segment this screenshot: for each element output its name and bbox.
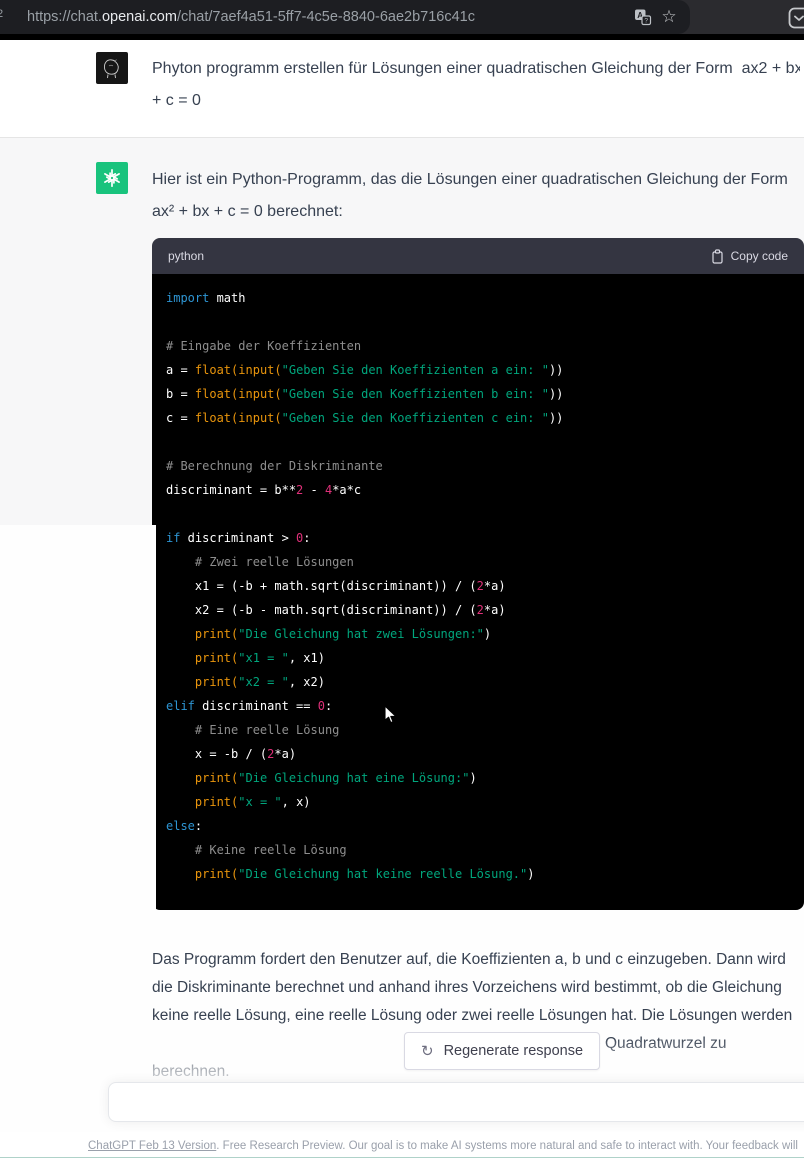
- paragraph-line: Das Programm fordert den Benutzer auf, d…: [152, 946, 802, 974]
- code-line: print("Die Gleichung hat keine reelle Lö…: [166, 862, 790, 886]
- code-line: print("x2 = ", x2): [166, 670, 790, 694]
- footer-text: ChatGPT Feb 13 Version. Free Research Pr…: [88, 1140, 804, 1152]
- assistant-intro-line: ax² + bx + c = 0 berechnet:: [152, 196, 800, 228]
- url-text[interactable]: https://chat.openai.com/chat/7aef4a51-5f…: [27, 0, 475, 34]
- code-line: elif discriminant == 0:: [166, 694, 790, 718]
- code-line: print("Die Gleichung hat zwei Lösungen:"…: [166, 622, 790, 646]
- assistant-intro-text: Hier ist ein Python-Programm, das die Lö…: [152, 164, 800, 234]
- translate-icon[interactable]: A ?: [634, 8, 652, 26]
- code-line: [166, 502, 790, 526]
- paragraph-line: keine reelle Lösung, eine reelle Lösung …: [152, 1002, 802, 1030]
- message-input[interactable]: [108, 1082, 804, 1122]
- copy-code-button[interactable]: Copy code: [712, 249, 788, 264]
- code-line: discriminant = b**2 - 4*a*c: [166, 478, 790, 502]
- bookmark-star-icon[interactable]: ☆: [660, 8, 678, 26]
- code-line: print("x = ", x): [166, 790, 790, 814]
- footer-version-link[interactable]: ChatGPT Feb 13 Version: [88, 1140, 216, 1152]
- url-scheme: https://chat.: [27, 9, 102, 25]
- regenerate-response-button[interactable]: ↻ Regenerate response: [404, 1032, 600, 1070]
- code-line: print("x1 = ", x1): [166, 646, 790, 670]
- assistant-intro-line: Hier ist ein Python-Programm, das die Lö…: [152, 164, 800, 196]
- user-message-line: Phyton programm erstellen für Lösungen e…: [152, 53, 800, 85]
- code-line: # Zwei reelle Lösungen: [166, 550, 790, 574]
- code-line: else:: [166, 814, 790, 838]
- code-line: import math: [166, 286, 790, 310]
- code-line: x1 = (-b + math.sqrt(discriminant)) / (2…: [166, 574, 790, 598]
- code-line: # Keine reelle Lösung: [166, 838, 790, 862]
- code-line: c = float(input("Geben Sie den Koeffizie…: [166, 406, 790, 430]
- code-line: x2 = (-b - math.sqrt(discriminant)) / (2…: [166, 598, 790, 622]
- code-line: [166, 430, 790, 454]
- code-line: # Eine reelle Lösung: [166, 718, 790, 742]
- toolbar-left-fragment: 2: [0, 8, 3, 20]
- code-line: x = -b / (2*a): [166, 742, 790, 766]
- browser-toolbar: 2 https://chat.openai.com/chat/7aef4a51-…: [0, 0, 804, 34]
- paragraph-line: die Diskriminante berechnet und anhand i…: [152, 974, 802, 1002]
- copy-code-label: Copy code: [731, 249, 788, 263]
- code-language-label: python: [168, 249, 204, 263]
- openai-logo-icon: [101, 167, 123, 189]
- user-avatar-sketch: [100, 56, 124, 80]
- code-line: a = float(input("Geben Sie den Koeffizie…: [166, 358, 790, 382]
- regenerate-icon: ↻: [421, 1044, 434, 1059]
- user-message-line: + c = 0: [152, 85, 800, 117]
- svg-text:?: ?: [644, 18, 648, 25]
- code-line: # Eingabe der Koeffizienten: [166, 334, 790, 358]
- code-line: # Berechnung der Diskriminante: [166, 454, 790, 478]
- screenshot-artifact-line: [152, 525, 156, 910]
- code-line: [166, 310, 790, 334]
- user-avatar: [96, 52, 128, 84]
- code-line: print("Die Gleichung hat eine Lösung:"): [166, 766, 790, 790]
- code-body[interactable]: import math # Eingabe der Koeffizientena…: [152, 274, 804, 910]
- browser-extension-icon[interactable]: [788, 7, 804, 29]
- url-domain: openai.com: [102, 9, 177, 25]
- mouse-cursor: [384, 705, 398, 730]
- address-bar[interactable]: 2 https://chat.openai.com/chat/7aef4a51-…: [0, 0, 690, 34]
- url-path: /chat/7aef4a51-5ff7-4c5e-8840-6ae2b716c4…: [177, 9, 475, 25]
- code-block-header: python Copy code: [152, 238, 804, 274]
- assistant-avatar: [96, 162, 128, 194]
- code-line: if discriminant > 0:: [166, 526, 790, 550]
- chatgpt-page: 2 https://chat.openai.com/chat/7aef4a51-…: [0, 0, 804, 1158]
- code-block: python Copy code import math # Eingabe d…: [152, 238, 804, 910]
- code-line: b = float(input("Geben Sie den Koeffizie…: [166, 382, 790, 406]
- user-message-row: Phyton programm erstellen für Lösungen e…: [0, 40, 804, 138]
- footer-disclaimer: . Free Research Preview. Our goal is to …: [216, 1140, 798, 1152]
- user-message-text: Phyton programm erstellen für Lösungen e…: [152, 53, 800, 127]
- footer: ChatGPT Feb 13 Version. Free Research Pr…: [0, 1132, 804, 1158]
- paragraph-line4-right: die Quadratwurzel zu: [580, 1030, 726, 1058]
- star-glyph: ☆: [661, 7, 676, 26]
- clipboard-icon: [712, 249, 725, 264]
- regenerate-label: Regenerate response: [444, 1043, 583, 1059]
